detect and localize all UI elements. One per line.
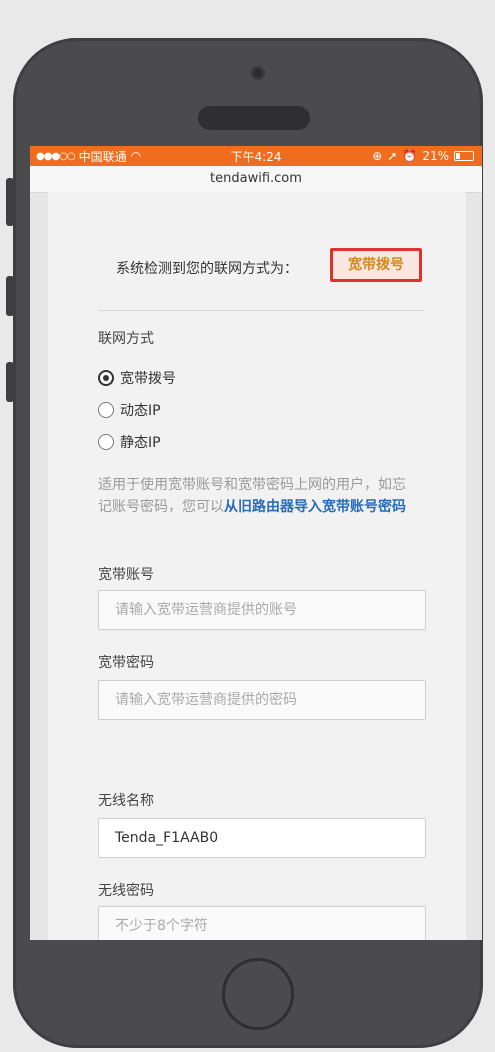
broadband-password-input[interactable]: 请输入宽带运营商提供的密码	[98, 680, 426, 720]
divider	[98, 310, 424, 311]
radio-label: 静态IP	[120, 435, 161, 451]
battery-icon	[454, 151, 474, 161]
radio-label: 动态IP	[120, 403, 161, 419]
wifi-name-label: 无线名称	[98, 793, 154, 809]
radio-unchecked-icon[interactable]	[98, 402, 114, 418]
wifi-password-input[interactable]: 不少于8个字符	[98, 906, 426, 940]
broadband-account-label: 宽带账号	[98, 567, 154, 583]
status-bar: ●●●○○ 中国联通 ◠ 下午4:24 ⊕ ➚ ⏰ 21%	[30, 146, 482, 166]
broadband-account-input[interactable]: 请输入宽带运营商提供的账号	[98, 590, 426, 630]
phone-screen: ●●●○○ 中国联通 ◠ 下午4:24 ⊕ ➚ ⏰ 21% tendawifi.…	[30, 146, 482, 940]
radio-pppoe[interactable]: 宽带拨号	[98, 368, 176, 388]
radio-label: 宽带拨号	[120, 371, 176, 387]
battery-percent: 21%	[422, 149, 449, 163]
alarm-icon: ⏰	[402, 149, 418, 163]
import-account-link[interactable]: 从旧路由器导入宽带账号密码	[224, 499, 406, 515]
setup-form: 系统检测到您的联网方式为： 宽带拨号 联网方式 宽带拨号 动态IP 静态IP 适…	[48, 192, 466, 940]
detection-text: 系统检测到您的联网方式为：	[116, 261, 298, 277]
radio-dynamic-ip[interactable]: 动态IP	[98, 400, 161, 420]
volume-down-button	[6, 362, 14, 402]
radio-checked-icon[interactable]	[98, 370, 114, 386]
connection-mode-label: 联网方式	[98, 331, 154, 347]
orientation-lock-icon: ⊕	[372, 149, 383, 163]
wifi-password-label: 无线密码	[98, 883, 154, 899]
home-button[interactable]	[222, 958, 294, 1030]
detected-mode-badge: 宽带拨号	[330, 248, 422, 282]
earpiece-speaker	[198, 106, 310, 130]
radio-static-ip[interactable]: 静态IP	[98, 432, 161, 452]
location-icon: ➚	[387, 149, 398, 163]
address-bar[interactable]: tendawifi.com	[30, 166, 482, 193]
front-camera-icon	[251, 66, 265, 80]
wifi-name-input[interactable]: Tenda_F1AAB0	[98, 818, 426, 858]
broadband-password-label: 宽带密码	[98, 655, 154, 671]
mute-switch	[6, 178, 14, 226]
hint-text: 适用于使用宽带账号和宽带密码上网的用户，如忘记账号密码，您可以从旧路由器导入宽带…	[98, 474, 418, 518]
volume-up-button	[6, 276, 14, 316]
radio-unchecked-icon[interactable]	[98, 434, 114, 450]
